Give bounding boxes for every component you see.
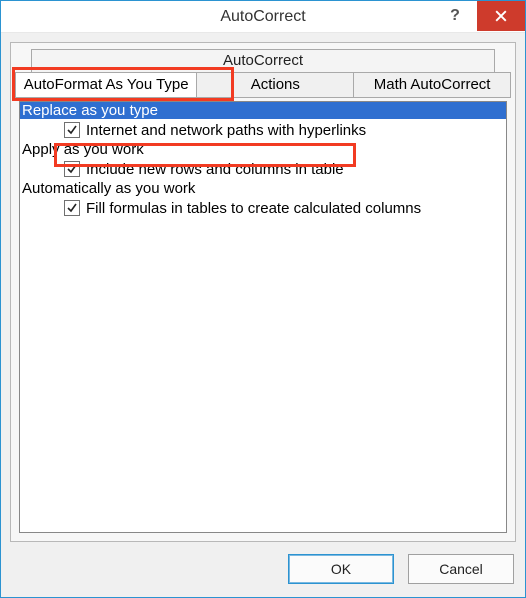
checkbox-internet-paths[interactable]: [64, 122, 80, 138]
checkbox-include-rows-columns[interactable]: [64, 161, 80, 177]
option-label: Include new rows and columns in table: [86, 161, 344, 178]
tab-panel: AutoCorrect AutoFormat As You Type Actio…: [10, 42, 516, 542]
section-automatically-as-you-work: Automatically as you work: [20, 180, 506, 197]
check-icon: [66, 202, 78, 214]
close-button[interactable]: [477, 1, 525, 31]
dialog-body: AutoCorrect AutoFormat As You Type Actio…: [10, 42, 516, 588]
dialog-button-bar: OK Cancel: [288, 554, 514, 584]
cancel-button[interactable]: Cancel: [408, 554, 514, 584]
tab-autocorrect[interactable]: AutoCorrect: [31, 49, 495, 73]
checkbox-fill-formulas[interactable]: [64, 200, 80, 216]
tab-row-upper: AutoCorrect: [31, 49, 495, 73]
option-label: Fill formulas in tables to create calcul…: [86, 200, 421, 217]
options-pane: Replace as you type Internet and network…: [19, 101, 507, 533]
autocorrect-dialog: AutoCorrect ? AutoCorrect AutoFormat As …: [0, 0, 526, 598]
help-button[interactable]: ?: [433, 1, 477, 31]
check-icon: [66, 124, 78, 136]
section-apply-as-you-work: Apply as you work: [20, 141, 506, 158]
option-label: Internet and network paths with hyperlin…: [86, 122, 366, 139]
option-fill-formulas: Fill formulas in tables to create calcul…: [20, 197, 506, 219]
tab-actions[interactable]: Actions: [197, 72, 354, 98]
tab-autoformat-as-you-type[interactable]: AutoFormat As You Type: [15, 72, 197, 98]
option-include-rows-columns: Include new rows and columns in table: [20, 158, 506, 180]
titlebar-buttons: ?: [433, 1, 525, 33]
close-icon: [495, 10, 507, 22]
ok-button[interactable]: OK: [288, 554, 394, 584]
titlebar: AutoCorrect ?: [1, 1, 525, 33]
tab-math-autocorrect[interactable]: Math AutoCorrect: [354, 72, 511, 98]
option-internet-paths: Internet and network paths with hyperlin…: [20, 119, 506, 141]
section-replace-as-you-type: Replace as you type: [20, 102, 506, 119]
check-icon: [66, 163, 78, 175]
tab-row-lower: AutoFormat As You Type Actions Math Auto…: [15, 72, 511, 98]
